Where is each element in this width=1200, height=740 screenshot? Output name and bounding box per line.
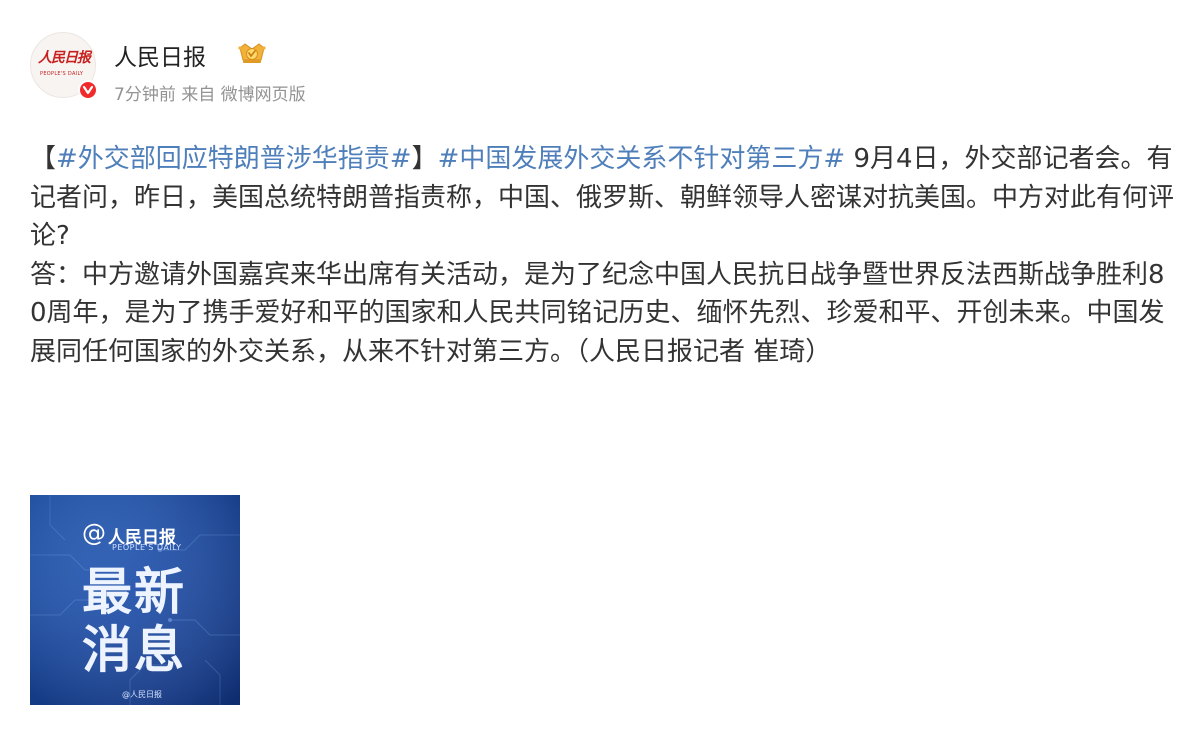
image-at-symbol: @ [82, 519, 106, 547]
vip-crown-icon[interactable] [237, 40, 267, 66]
topic-link-2[interactable]: #中国发展外交关系不针对第三方# [438, 144, 846, 174]
username[interactable]: 人民日报 [114, 38, 206, 72]
post-header: 人民日报 PEOPLE'S DAILY 人民日报 7分钟前 来自 微博网页版 [30, 24, 730, 105]
post-text: 【#外交部回应特朗普涉华指责#】#中国发展外交关系不针对第三方# 9月4日，外交… [30, 140, 1180, 371]
image-watermark: @人民日报 [122, 690, 162, 699]
post-source[interactable]: 微博网页版 [221, 85, 306, 105]
avatar-logo-subtext: PEOPLE'S DAILY [40, 71, 84, 77]
post-body-answer: 答：中方邀请外国嘉宾来华出席有关活动，是为了纪念中国人民抗日战争暨世界反法西斯战… [30, 259, 1165, 367]
avatar[interactable]: 人民日报 PEOPLE'S DAILY [30, 32, 98, 100]
avatar-logo-text: 人民日报 [38, 50, 91, 66]
post-meta: 7分钟前 来自 微博网页版 [114, 80, 306, 105]
image-headline: 最新消息 [82, 563, 186, 679]
verified-icon [78, 80, 98, 100]
source-prefix: 来自 [181, 85, 216, 105]
bracket-close: 】 [411, 144, 438, 174]
image-brand-subtext: PEOPLE'S DAILY [112, 543, 182, 552]
bracket-open: 【 [30, 144, 57, 174]
topic-link-1[interactable]: #外交部回应特朗普涉华指责# [56, 144, 412, 174]
post-image[interactable]: @ 人民日报 PEOPLE'S DAILY 最新消息 @人民日报 [30, 495, 240, 705]
post-time[interactable]: 7分钟前 [114, 85, 176, 105]
